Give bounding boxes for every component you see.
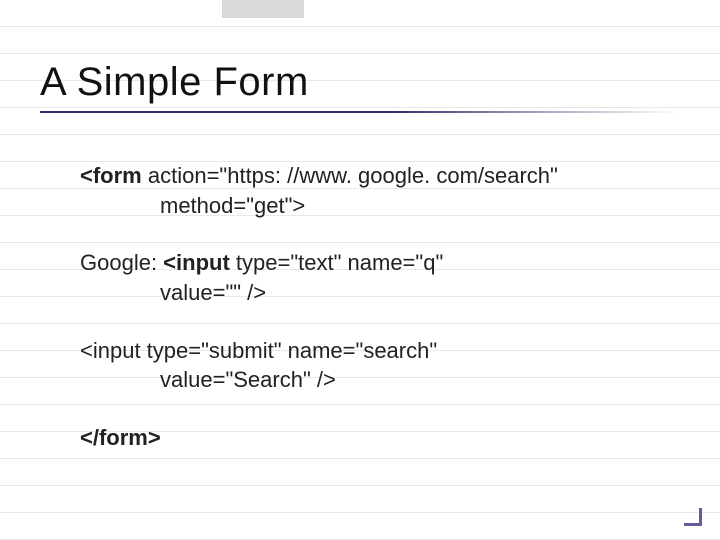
code-tag: </form> — [80, 425, 161, 450]
code-tag: <form — [80, 163, 142, 188]
code-line: method="get"> — [80, 191, 680, 221]
code-input-submit: <input type="submit" name="search" value… — [80, 336, 680, 395]
code-block: <form action="https: //www. google. com/… — [40, 161, 680, 453]
code-text: action="https: //www. google. com/search… — [142, 163, 558, 188]
code-line: <form action="https: //www. google. com/… — [80, 161, 680, 191]
code-text: Google: — [80, 250, 163, 275]
code-form-close: </form> — [80, 423, 680, 453]
code-form-open: <form action="https: //www. google. com/… — [80, 161, 680, 220]
code-text: type="text" name="q" — [230, 250, 443, 275]
corner-decor-icon — [684, 508, 702, 526]
code-input-text: Google: <input type="text" name="q" valu… — [80, 248, 680, 307]
code-line: Google: <input type="text" name="q" — [80, 248, 680, 278]
code-line: value="Search" /> — [80, 365, 680, 395]
slide-content: A Simple Form <form action="https: //www… — [0, 0, 720, 453]
slide-title: A Simple Form — [40, 60, 680, 105]
code-line: value="" /> — [80, 278, 680, 308]
code-tag: <input — [163, 250, 230, 275]
code-line: <input type="submit" name="search" — [80, 336, 680, 366]
title-underline — [40, 111, 680, 113]
